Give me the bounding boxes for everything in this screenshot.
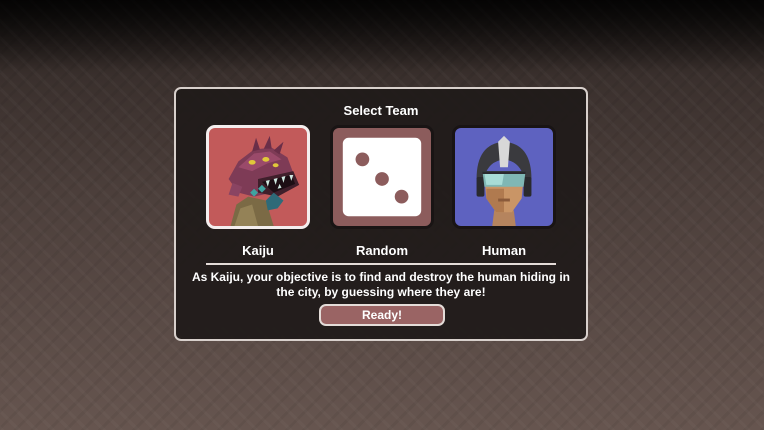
top-vignette [0,0,764,70]
team-label-human: Human [481,243,527,258]
dice-icon [342,137,422,217]
human-helmet-portrait-icon [476,135,532,226]
team-option-human[interactable] [452,125,556,229]
kaiju-portrait-icon [228,135,300,226]
panel-title: Select Team [343,103,419,118]
divider [206,263,556,265]
ready-button[interactable]: Ready! [319,304,445,326]
team-description: As Kaiju, your objective is to find and … [191,270,571,299]
team-select-panel: Select Team Kaiju Random Human As Kaiju,… [174,87,588,341]
team-label-kaiju: Kaiju [242,243,274,258]
team-label-random: Random [356,243,408,258]
team-option-kaiju[interactable] [206,125,310,229]
team-option-random[interactable] [330,125,434,229]
